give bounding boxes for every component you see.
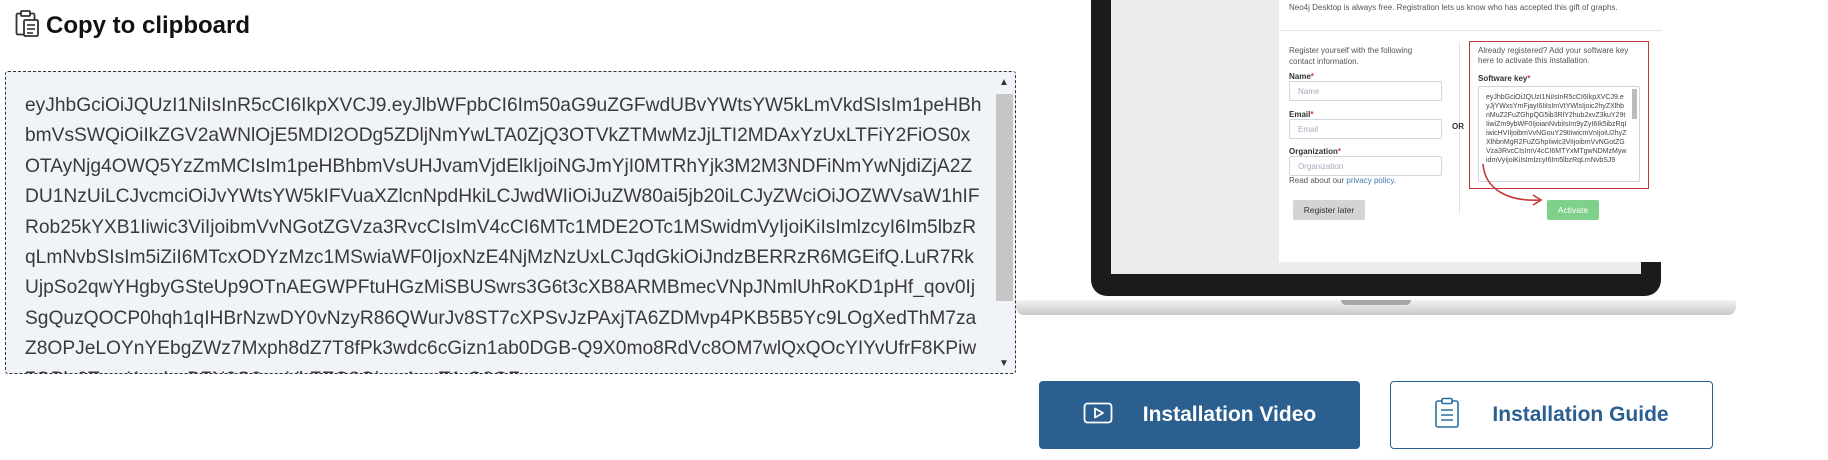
scroll-thumb[interactable] xyxy=(996,94,1013,301)
activate-button: Activate xyxy=(1547,200,1599,220)
or-label: OR xyxy=(1452,122,1464,131)
name-label: Name* xyxy=(1289,72,1314,81)
installation-guide-label: Installation Guide xyxy=(1492,403,1669,426)
installation-panel: Copy to clipboard eyJhbGciOiJQUzI1NiIsIn… xyxy=(0,0,1828,460)
neo4j-registration-dialog: Neo4j Desktop is always free. Registrati… xyxy=(1279,0,1662,262)
read-about-text: Read about our xyxy=(1289,176,1345,185)
license-key-text: eyJhbGciOiJQUzI1NiIsInR5cCI6IkpXVCJ9.eyJ… xyxy=(25,95,982,373)
clipboard-icon xyxy=(12,8,42,43)
register-instructions: Register yourself with the following con… xyxy=(1289,46,1413,66)
dialog-intro-text: Neo4j Desktop is always free. Registrati… xyxy=(1289,3,1618,12)
laptop-notch xyxy=(1341,300,1411,305)
privacy-policy-link: privacy policy xyxy=(1346,176,1394,185)
email-label: Email* xyxy=(1289,110,1314,119)
software-key-label: Software key* xyxy=(1478,74,1531,83)
installation-guide-button[interactable]: Installation Guide xyxy=(1390,381,1713,449)
dialog-divider xyxy=(1279,30,1662,31)
privacy-note: Read about our privacy policy. xyxy=(1289,176,1397,185)
play-video-icon xyxy=(1083,402,1113,429)
organization-label: Organization* xyxy=(1289,147,1342,156)
scroll-down-arrow-icon[interactable]: ▼ xyxy=(993,353,1015,373)
copy-to-clipboard-button[interactable]: Copy to clipboard xyxy=(12,8,250,43)
document-guide-icon xyxy=(1434,397,1460,434)
key-scrollbar[interactable]: ▲ ▼ xyxy=(993,72,1015,373)
installation-video-button[interactable]: Installation Video xyxy=(1039,381,1360,449)
scroll-up-arrow-icon[interactable]: ▲ xyxy=(993,72,1015,92)
installation-video-label: Installation Video xyxy=(1142,403,1317,426)
email-field: Email xyxy=(1289,119,1442,139)
copy-to-clipboard-label: Copy to clipboard xyxy=(46,11,250,39)
organization-field: Organization xyxy=(1289,156,1442,176)
laptop-screen: Neo4j Desktop is always free. Registrati… xyxy=(1111,0,1662,274)
already-registered-text: Already registered? Add your software ke… xyxy=(1478,46,1629,65)
license-key-textarea[interactable]: eyJhbGciOiJQUzI1NiIsInR5cCI6IkpXVCJ9.eyJ… xyxy=(5,71,1016,374)
laptop-screenshot-image: Neo4j Desktop is always free. Registrati… xyxy=(1016,0,1736,320)
register-later-button: Register later xyxy=(1293,200,1365,220)
red-arrow-icon xyxy=(1482,163,1543,206)
name-field: Name xyxy=(1289,81,1442,101)
mini-scroll-thumb xyxy=(1632,89,1637,119)
software-key-value: eyJhbGciOiJQUzI1NiIsInR5cCI6IkpXVCJ9.eyJ… xyxy=(1486,94,1627,164)
